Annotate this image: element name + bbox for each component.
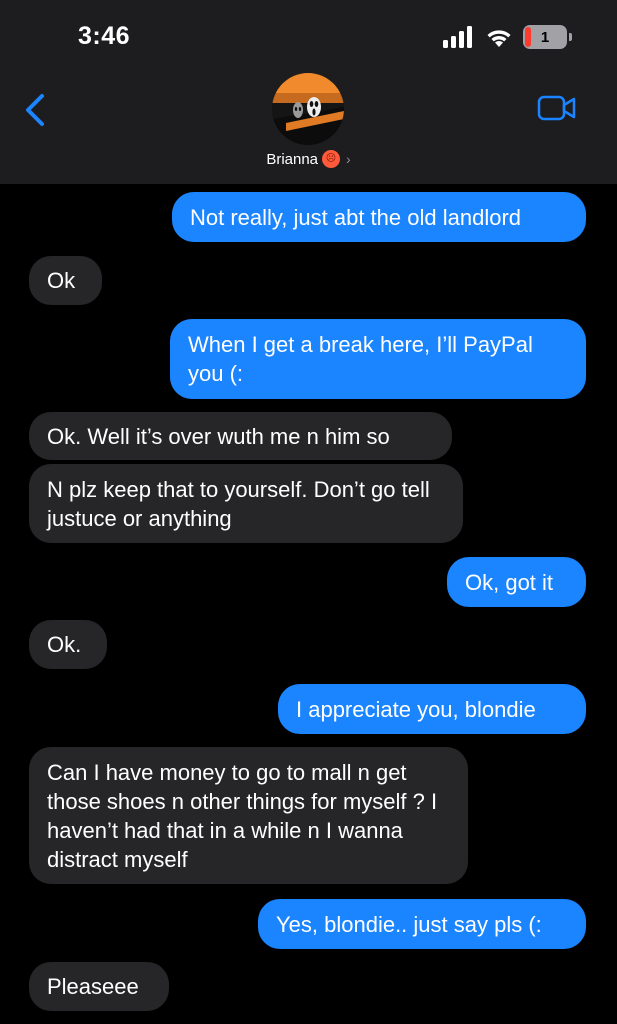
message-bubble-incoming[interactable]: Can I have money to go to mall n get tho… (18, 747, 468, 884)
contact-avatar[interactable] (272, 73, 344, 145)
contact-name-button[interactable]: Brianna ☹ › (0, 150, 617, 168)
status-icons: 1 (443, 24, 572, 50)
battery-level: 1 (540, 28, 550, 46)
angry-face-emoji-icon: ☹ (322, 150, 341, 168)
video-call-button[interactable] (537, 94, 577, 122)
chevron-left-icon (26, 94, 44, 126)
back-button[interactable] (20, 90, 50, 130)
message-text: I appreciate you, blondie (296, 696, 536, 722)
message-bubble-outgoing[interactable]: I appreciate you, blondie (278, 684, 597, 734)
message-text: When I get a break here, I’ll PayPal you… (188, 332, 533, 386)
status-time: 3:46 (78, 22, 131, 50)
message-text: Yes, blondie.. just say pls (: (276, 911, 542, 937)
battery-icon: 1 (523, 25, 572, 49)
message-bubble-outgoing[interactable]: Yes, blondie.. just say pls (: (258, 899, 597, 949)
message-text: Ok (47, 268, 76, 293)
message-bubble-incoming[interactable]: N plz keep that to yourself. Don’t go te… (18, 464, 463, 543)
message-text: Pleaseee (47, 974, 139, 999)
message-bubble-incoming[interactable]: Ok. Well it’s over wuth me n him so (29, 412, 452, 460)
message-text: N plz keep that to yourself. Don’t go te… (47, 476, 430, 531)
conversation-header: 3:46 1 Brianna ☹ › (0, 0, 617, 184)
message-text: Ok. (47, 632, 82, 657)
chevron-right-icon: › (346, 151, 351, 167)
message-text: Not really, just abt the old landlord (190, 204, 521, 230)
message-bubble-outgoing[interactable]: Not really, just abt the old landlord (172, 192, 597, 242)
message-bubble-incoming[interactable]: Pleaseee (18, 962, 169, 1011)
cellular-signal-icon (443, 26, 472, 48)
message-bubble-outgoing[interactable]: Ok, got it (447, 557, 597, 607)
contact-name: Brianna (266, 150, 319, 168)
video-camera-icon (537, 95, 576, 121)
message-bubble-incoming[interactable]: Ok (18, 256, 102, 305)
message-text: Ok, got it (465, 569, 554, 595)
message-bubble-outgoing[interactable]: When I get a break here, I’ll PayPal you… (170, 319, 597, 399)
message-bubble-incoming[interactable]: Ok. (18, 620, 107, 669)
message-text: Can I have money to go to mall n get tho… (47, 759, 438, 872)
wifi-icon (487, 30, 511, 47)
message-text: Ok. Well it’s over wuth me n him so (47, 423, 390, 449)
avatar-image (272, 73, 344, 145)
